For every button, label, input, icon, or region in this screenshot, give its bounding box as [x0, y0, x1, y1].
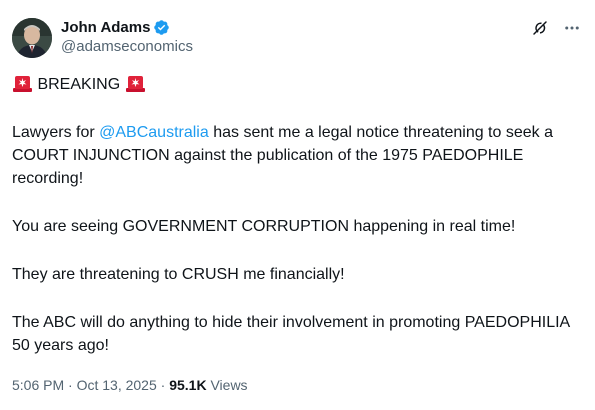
tweet-time[interactable]: 5:06 PM	[12, 377, 64, 393]
siren-emoji-icon	[125, 72, 146, 92]
paragraph-2: You are seeing GOVERNMENT CORRUPTION hap…	[12, 218, 516, 235]
mention-link[interactable]: @ABCaustralia	[99, 124, 209, 141]
tweet-card: John Adams @adamseconomics BREAKING Lawy…	[0, 0, 595, 410]
p1-text-before: Lawyers for	[12, 124, 100, 141]
paragraph-1: Lawyers for @ABCaustralia has sent me a …	[12, 121, 581, 190]
grok-icon[interactable]	[531, 19, 549, 37]
views-label: Views	[206, 377, 248, 393]
paragraph-3: They are threatening to CRUSH me financi…	[12, 266, 345, 283]
breaking-line: BREAKING	[12, 72, 581, 96]
avatar[interactable]	[12, 18, 52, 58]
author-info: John Adams @adamseconomics	[61, 17, 193, 56]
tweet-date[interactable]: Oct 13, 2025	[77, 377, 157, 393]
verified-badge-icon[interactable]	[153, 19, 170, 36]
display-name[interactable]: John Adams	[61, 19, 150, 36]
author-handle[interactable]: @adamseconomics	[61, 38, 193, 55]
tweet-header: John Adams @adamseconomics	[12, 13, 581, 61]
meta-separator: ·	[156, 377, 170, 393]
paragraph-4: The ABC will do anything to hide their i…	[12, 314, 570, 354]
header-actions	[531, 19, 581, 37]
name-row: John Adams	[61, 17, 193, 37]
breaking-label: BREAKING	[37, 76, 121, 93]
more-dots-icon[interactable]	[563, 19, 581, 37]
views-count[interactable]: 95.1K	[169, 377, 206, 393]
tweet-text: BREAKING Lawyers for @ABCaustralia has s…	[12, 72, 581, 357]
tweet-meta: 5:06 PM · Oct 13, 2025 · 95.1K Views	[12, 377, 248, 393]
meta-separator: ·	[64, 377, 77, 393]
siren-emoji-icon	[12, 72, 33, 92]
